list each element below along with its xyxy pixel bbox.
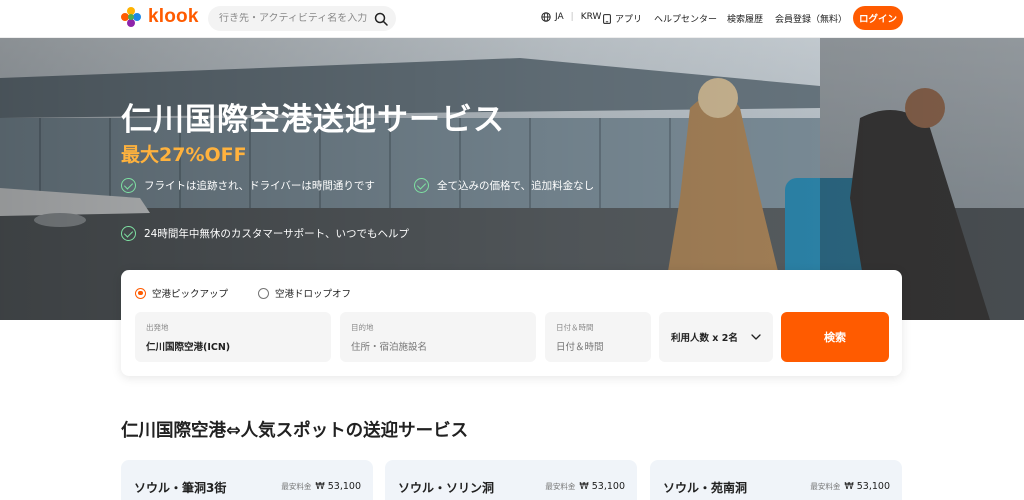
destination-card[interactable]: ソウル・ソリン洞 最安料金 ₩ 53,100 (385, 460, 637, 500)
price-value: ₩ 53,100 (579, 481, 625, 492)
divider: | (570, 12, 574, 22)
destination-price: 最安料金 ₩ 53,100 (810, 481, 890, 492)
feature-text: フライトは追跡され、ドライバーは時間通りです (144, 180, 375, 192)
price-value: ₩ 53,100 (315, 481, 361, 492)
check-circle-icon (121, 226, 136, 241)
help-label: ヘルプセンター (654, 15, 718, 25)
price-label: 最安料金 (545, 482, 576, 491)
destination-card[interactable]: ソウル・苑南洞 最安料金 ₩ 53,100 (650, 460, 902, 500)
app-link[interactable]: アプリ (603, 12, 642, 25)
chevron-down-icon (751, 334, 761, 340)
feature-text: 24時間年中無休のカスタマーサポート、いつでもヘルプ (144, 228, 409, 240)
radio-airport-pickup[interactable]: 空港ピックアップ (135, 286, 228, 300)
feature-item: 24時間年中無休のカスタマーサポート、いつでもヘルプ (121, 226, 409, 241)
destination-card[interactable]: ソウル・筆洞3街 最安料金 ₩ 53,100 (121, 460, 373, 500)
section-title: 仁川国際空港⇔人気スポットの送迎サービス (121, 421, 469, 441)
top-header: klook JA | KRW アプリ ヘルプセンター 検索履歴 会員登録（無料）… (0, 0, 1024, 38)
destination-price: 最安料金 ₩ 53,100 (545, 481, 625, 492)
app-label: アプリ (615, 15, 643, 25)
logo-text: klook (148, 6, 199, 27)
signup-label: 会員登録（無料） (775, 15, 848, 25)
radio-unselected-icon (258, 287, 270, 299)
price-value: ₩ 53,100 (844, 481, 890, 492)
search-icon[interactable] (374, 12, 388, 26)
check-circle-icon (414, 178, 429, 193)
destination-placeholder: 住所・宿泊施設名 (351, 342, 428, 353)
klook-logo[interactable]: klook (120, 6, 199, 28)
language-label: JA (555, 12, 564, 22)
search-input[interactable] (219, 13, 374, 24)
feature-item: フライトは追跡され、ドライバーは時間通りです (121, 178, 375, 193)
klook-logo-icon (121, 7, 141, 27)
check-circle-icon (121, 178, 136, 193)
datetime-field[interactable]: 日付＆時間 日付＆時間 (545, 312, 651, 362)
datetime-placeholder: 日付＆時間 (556, 342, 604, 353)
feature-text: 全て込みの価格で、追加料金なし (437, 180, 595, 192)
page-title: 仁川国際空港送迎サービス (121, 102, 505, 138)
globe-icon (541, 12, 551, 22)
destination-price: 最安料金 ₩ 53,100 (281, 481, 361, 492)
radio-label: 空港ドロップオフ (275, 289, 352, 300)
origin-label: 出発地 (146, 323, 169, 332)
search-button[interactable]: 検索 (781, 312, 889, 362)
currency-label: KRW (580, 12, 602, 22)
search-bar[interactable] (208, 6, 396, 31)
origin-value: 仁川国際空港(ICN) (146, 342, 231, 353)
history-label: 検索履歴 (727, 15, 764, 25)
price-label: 最安料金 (810, 482, 841, 491)
destination-label: 目的地 (351, 323, 374, 332)
datetime-label: 日付＆時間 (556, 323, 594, 332)
phone-icon (603, 13, 611, 24)
help-center-link[interactable]: ヘルプセンター (654, 12, 717, 25)
price-label: 最安料金 (281, 482, 312, 491)
language-currency-selector[interactable]: JA | KRW (541, 12, 601, 22)
passenger-selector[interactable]: 利用人数 x 2名 (659, 312, 773, 362)
destination-field[interactable]: 目的地 住所・宿泊施設名 (340, 312, 536, 362)
origin-field[interactable]: 出発地 仁川国際空港(ICN) (135, 312, 331, 362)
radio-selected-icon (135, 287, 146, 299)
transfer-mode-selector: 空港ピックアップ 空港ドロップオフ (135, 286, 351, 300)
passenger-count: 利用人数 x 2名 (671, 333, 738, 344)
transfer-search-card: 空港ピックアップ 空港ドロップオフ 出発地 仁川国際空港(ICN) 目的地 住所… (121, 270, 902, 376)
search-history-link[interactable]: 検索履歴 (727, 12, 763, 25)
radio-label: 空港ピックアップ (152, 289, 229, 300)
discount-badge: 最大27%OFF (121, 144, 247, 166)
radio-airport-dropoff[interactable]: 空港ドロップオフ (258, 286, 351, 300)
feature-item: 全て込みの価格で、追加料金なし (414, 178, 594, 193)
signup-link[interactable]: 会員登録（無料） (775, 12, 847, 25)
login-button[interactable]: ログイン (853, 6, 903, 30)
